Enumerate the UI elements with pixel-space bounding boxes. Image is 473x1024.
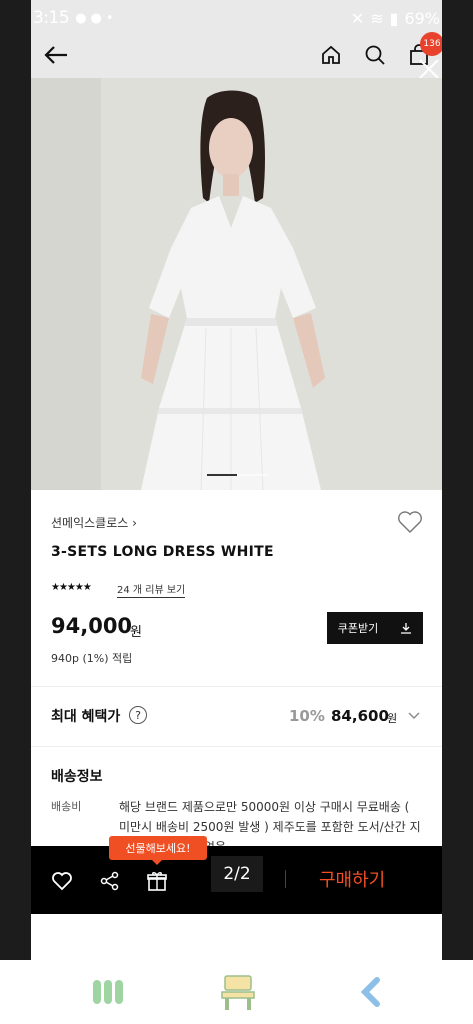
line-icon: ● — [75, 10, 87, 26]
status-right: ✕ ≋ ▮ 69% — [351, 9, 440, 28]
price-unit: 원 — [130, 625, 142, 640]
signal-icon: ▮ — [389, 8, 399, 28]
wifi-icon: ≋ — [370, 8, 384, 28]
pager-active — [207, 474, 237, 476]
home-button[interactable] — [318, 42, 344, 68]
battery-level: 69% — [404, 8, 440, 28]
shipping-title: 배송정보 — [51, 769, 103, 785]
gift-tooltip[interactable]: 선물해보세요! — [109, 836, 207, 865]
product-screen: 3:15 ● ● • ✕ ≋ ▮ 69% 136 션메익스클로스 › 3-SET… — [31, 0, 442, 960]
mute-icon: ✕ — [350, 8, 365, 28]
page-indicator: 2/2 — [211, 856, 263, 892]
cart-count-badge: 136 — [420, 32, 442, 56]
coupon-button[interactable]: 쿠폰받기 — [327, 612, 423, 644]
dot-icon: • — [105, 10, 114, 26]
benefit-unit: 원 — [387, 712, 398, 725]
gift-icon[interactable] — [146, 870, 168, 892]
search-icon — [365, 45, 385, 65]
rating-stars: ★★★★★ — [51, 582, 92, 593]
top-navigation: 136 — [31, 32, 442, 78]
shipping-fee-label: 배송비 — [51, 800, 82, 813]
product-image[interactable] — [31, 78, 442, 490]
heart-icon[interactable] — [397, 510, 423, 534]
system-nav-bar — [0, 960, 473, 1024]
download-icon — [401, 623, 412, 634]
chevron-right-icon: › — [132, 516, 137, 530]
status-time: 3:15 — [33, 8, 70, 28]
review-link[interactable]: 24 개 리뷰 보기 — [117, 581, 186, 598]
product-name: 3-SETS LONG DRESS WHITE — [51, 544, 274, 560]
share-icon[interactable] — [99, 870, 121, 892]
back-chevron-icon — [360, 977, 380, 1007]
back-button[interactable] — [41, 40, 71, 70]
points-info: 940p (1%) 적립 — [51, 652, 133, 665]
home-nav-button[interactable] — [218, 970, 258, 1014]
model-photo — [31, 78, 442, 490]
arrow-left-icon — [44, 46, 67, 64]
max-benefit-label: 최대 혜택가 — [51, 709, 121, 725]
close-icon[interactable] — [418, 58, 440, 80]
benefit-price: 84,600 — [331, 707, 389, 725]
buy-button[interactable]: 구매하기 — [319, 866, 385, 892]
discount-rate: 10% — [289, 707, 325, 725]
back-nav-button[interactable] — [356, 970, 386, 1014]
help-icon[interactable]: ? — [129, 706, 147, 724]
recent-apps-button[interactable] — [90, 970, 126, 1014]
chevron-down-icon[interactable] — [407, 708, 421, 722]
image-pager — [207, 474, 267, 476]
app-frame: 3:15 ● ● • ✕ ≋ ▮ 69% 136 션메익스클로스 › 3-SET… — [0, 0, 473, 1024]
recent-apps-icon — [93, 980, 123, 1004]
chat-icon: ● — [90, 10, 102, 26]
brand-link[interactable]: 션메익스클로스 › — [51, 514, 137, 531]
home-bench-icon — [221, 975, 255, 1010]
search-button[interactable] — [362, 42, 388, 68]
home-icon — [322, 45, 340, 64]
divider — [31, 686, 442, 687]
top-actions: 136 — [318, 32, 442, 68]
brand-name: 션메익스클로스 — [51, 516, 129, 530]
coupon-label: 쿠폰받기 — [337, 622, 379, 635]
status-bar: 3:15 ● ● • ✕ ≋ ▮ 69% — [31, 0, 442, 36]
divider — [31, 746, 442, 747]
product-price: 94,000 — [51, 614, 133, 638]
wishlist-heart-icon[interactable] — [51, 870, 73, 892]
divider — [285, 870, 286, 888]
notification-icons: ● ● • — [75, 11, 113, 26]
